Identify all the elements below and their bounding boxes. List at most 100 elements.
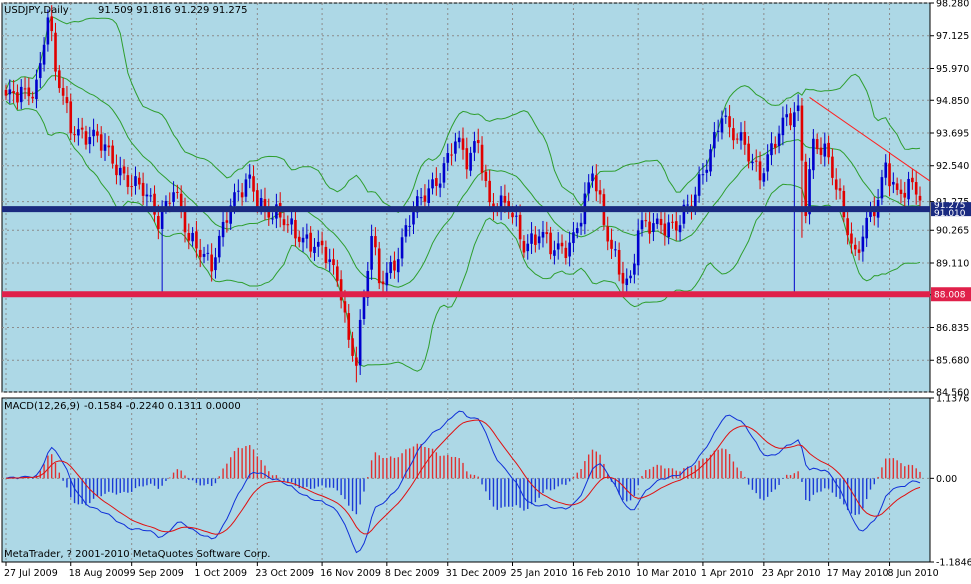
candle-body bbox=[320, 240, 324, 246]
candle-body bbox=[176, 191, 179, 193]
candle-body bbox=[46, 17, 50, 45]
candle-body bbox=[701, 174, 705, 176]
candle-body bbox=[488, 180, 491, 203]
candle-body bbox=[99, 134, 103, 151]
candle-body bbox=[655, 218, 659, 225]
candle-body bbox=[598, 190, 602, 195]
candle-body bbox=[644, 220, 648, 222]
time-tick-label: 18 Aug 2009 bbox=[69, 568, 130, 579]
candle-body bbox=[450, 154, 453, 156]
macd-values: -0.1584 -0.2240 0.1311 0.0000 bbox=[84, 401, 241, 412]
candle-body bbox=[724, 115, 728, 117]
candle-body bbox=[332, 259, 335, 266]
candle-body bbox=[423, 195, 427, 202]
candle-body bbox=[362, 296, 366, 319]
candle-body bbox=[534, 234, 537, 245]
candle-body bbox=[408, 225, 411, 227]
candle-body bbox=[541, 231, 545, 238]
candle-body bbox=[248, 174, 252, 179]
candle-body bbox=[629, 275, 632, 279]
candle-body bbox=[210, 254, 213, 272]
candle-body bbox=[903, 192, 907, 198]
candle-body bbox=[442, 163, 446, 183]
candle-body bbox=[762, 173, 766, 182]
candle-body bbox=[793, 112, 796, 127]
candle-body bbox=[377, 248, 381, 284]
candle-body bbox=[187, 233, 191, 241]
time-tick-label: 27 Jul 2009 bbox=[4, 568, 58, 579]
candle-body bbox=[107, 145, 111, 148]
copyright-footer: MetaTrader, ? 2001-2010 MetaQuotes Softw… bbox=[4, 549, 270, 560]
candle-body bbox=[183, 209, 187, 233]
candle-body bbox=[865, 217, 868, 239]
candle-body bbox=[823, 143, 827, 157]
price-tick-label: 89.110 bbox=[936, 258, 969, 269]
candle-body bbox=[358, 319, 362, 366]
candle-body bbox=[568, 242, 571, 257]
candle-body bbox=[195, 231, 198, 249]
resistance-line bbox=[2, 206, 930, 213]
candle-body bbox=[225, 220, 229, 223]
candle-body bbox=[19, 86, 23, 103]
candle-body bbox=[50, 16, 53, 32]
candle-body bbox=[256, 190, 259, 207]
candle-body bbox=[240, 192, 244, 198]
candle-body bbox=[217, 235, 221, 258]
ohlc-readout: 91.509 91.816 91.229 91.275 bbox=[98, 5, 248, 16]
candle-body bbox=[31, 96, 34, 99]
time-tick-label: 9 Sep 2009 bbox=[130, 568, 184, 579]
candle-body bbox=[648, 221, 651, 234]
candle-body bbox=[663, 223, 667, 236]
candle-body bbox=[694, 194, 697, 208]
candle-body bbox=[343, 301, 347, 313]
candle-body bbox=[427, 188, 431, 203]
candle-body bbox=[549, 232, 552, 255]
candle-body bbox=[469, 152, 472, 171]
candle-body bbox=[671, 221, 674, 223]
candle-body bbox=[23, 88, 27, 90]
candle-body bbox=[842, 190, 846, 218]
candle-body bbox=[587, 182, 590, 194]
candle-body bbox=[838, 188, 842, 191]
candle-body bbox=[553, 250, 556, 256]
candle-body bbox=[705, 169, 709, 173]
candle-body bbox=[61, 87, 65, 96]
macd-tick-label: -1.1846 bbox=[936, 558, 971, 569]
candle-body bbox=[831, 156, 834, 178]
candle-body bbox=[454, 141, 457, 154]
candle-body bbox=[54, 32, 57, 72]
candle-body bbox=[191, 232, 194, 242]
candle-body bbox=[834, 179, 838, 190]
candle-body bbox=[659, 218, 663, 226]
candle-body bbox=[313, 246, 316, 253]
candle-body bbox=[118, 167, 122, 176]
candle-body bbox=[465, 148, 469, 170]
candle-body bbox=[286, 224, 290, 226]
candle-body bbox=[747, 143, 750, 162]
candle-body bbox=[735, 138, 739, 140]
price-tick-label: 98.280 bbox=[936, 0, 969, 10]
candle-body bbox=[819, 147, 823, 155]
candle-body bbox=[678, 225, 682, 233]
candle-body bbox=[606, 226, 610, 242]
candle-body bbox=[652, 223, 655, 232]
candle-body bbox=[846, 218, 849, 236]
candle-body bbox=[899, 189, 903, 195]
candle-body bbox=[58, 70, 61, 89]
time-tick-label: 23 Apr 2010 bbox=[762, 568, 821, 579]
candle-body bbox=[374, 236, 377, 248]
candle-body bbox=[857, 249, 861, 253]
candle-body bbox=[614, 249, 617, 251]
candle-body bbox=[77, 129, 80, 136]
candle-body bbox=[351, 338, 354, 356]
support-line bbox=[2, 291, 930, 298]
candle-body bbox=[301, 237, 305, 243]
candle-body bbox=[172, 192, 175, 202]
candle-body bbox=[157, 215, 160, 230]
price-tick-label: 94.850 bbox=[936, 96, 969, 107]
candle-body bbox=[781, 117, 785, 136]
chart-svg: 98.28097.12595.97094.85093.69592.54091.2… bbox=[1, 0, 971, 579]
macd-tick-label: 1.1376 bbox=[936, 394, 969, 405]
candle-body bbox=[69, 101, 73, 134]
support-price-label: 88.008 bbox=[934, 291, 966, 301]
